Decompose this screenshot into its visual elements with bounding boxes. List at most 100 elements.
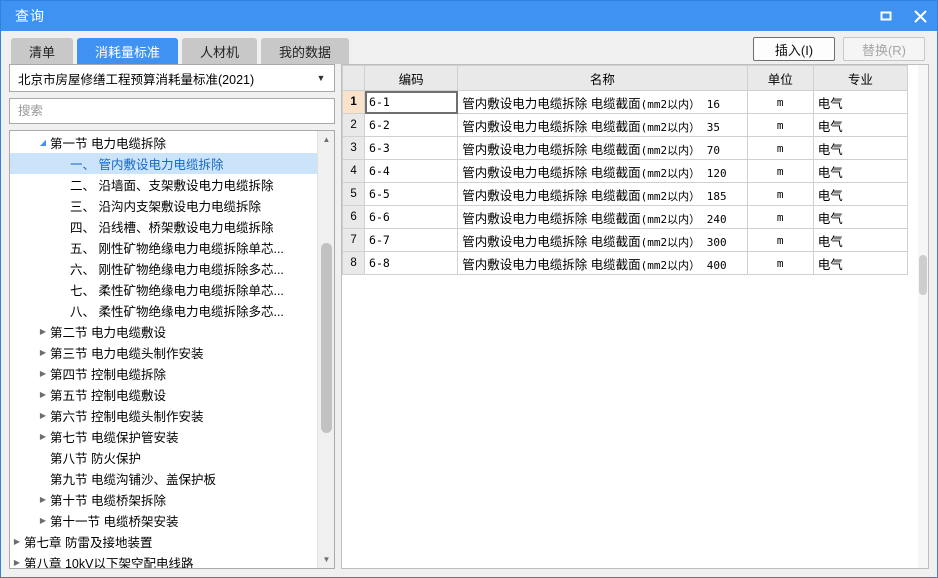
tree-node[interactable]: ▶五、 刚性矿物绝缘电力电缆拆除单芯... — [10, 237, 317, 258]
maximize-restore-icon[interactable] — [869, 1, 903, 31]
row-index-cell[interactable]: 2 — [342, 113, 366, 137]
collapsed-triangle-icon[interactable]: ▶ — [10, 558, 24, 567]
column-header-profession[interactable]: 专业 — [812, 65, 909, 91]
tree-node[interactable]: ▶ 第七节 电缆保护管安装 — [10, 426, 317, 447]
collapsed-triangle-icon[interactable]: ▶ — [10, 537, 24, 546]
tree-node[interactable]: ▶七、 柔性矿物绝缘电力电缆拆除单芯... — [10, 279, 317, 300]
tree-node[interactable]: ▶ 第五节 控制电缆敷设 — [10, 384, 317, 405]
collapsed-triangle-icon[interactable]: ▶ — [36, 390, 50, 399]
tab-qingdan[interactable]: 清单 — [11, 38, 74, 64]
cell-unit[interactable]: m — [746, 182, 814, 206]
cell-profession[interactable]: 电气 — [812, 205, 909, 229]
collapsed-triangle-icon[interactable]: ▶ — [36, 516, 50, 525]
cell-name[interactable]: 管内敷设电力电缆拆除 电缆截面(mm2以内） 400 — [457, 251, 748, 275]
cell-unit[interactable]: m — [746, 205, 814, 229]
cell-profession[interactable]: 电气 — [812, 159, 909, 183]
cell-profession[interactable]: 电气 — [812, 251, 909, 275]
tab-rencaiji[interactable]: 人材机 — [182, 38, 258, 64]
cell-code[interactable]: 6-5 — [364, 182, 459, 206]
column-header-index[interactable] — [342, 65, 366, 91]
tree-node[interactable]: ▶八、 柔性矿物绝缘电力电缆拆除多芯... — [10, 300, 317, 321]
search-input[interactable] — [18, 104, 326, 118]
column-header-name[interactable]: 名称 — [457, 65, 748, 91]
tree-node[interactable]: ▶三、 沿沟内支架敷设电力电缆拆除 — [10, 195, 317, 216]
table-row[interactable]: 4 6-4 管内敷设电力电缆拆除 电缆截面(mm2以内） 120 m 电气 — [342, 159, 909, 183]
row-index-cell[interactable]: 6 — [342, 205, 366, 229]
tree-scroll-thumb[interactable] — [321, 243, 332, 433]
tree-node[interactable]: ▶ 第二节 电力电缆敷设 — [10, 321, 317, 342]
row-index-cell[interactable]: 7 — [342, 228, 366, 252]
search-box[interactable] — [9, 98, 335, 124]
tree-node[interactable]: ▶六、 刚性矿物绝缘电力电缆拆除多芯... — [10, 258, 317, 279]
cell-profession[interactable]: 电气 — [812, 228, 909, 252]
tree-node[interactable]: ▶ 第七章 防雷及接地装置 — [10, 531, 317, 552]
insert-button[interactable]: 插入(I) — [753, 37, 835, 61]
row-index-cell[interactable]: 4 — [342, 159, 366, 183]
table-row[interactable]: 7 6-7 管内敷设电力电缆拆除 电缆截面(mm2以内） 300 m 电气 — [342, 228, 909, 252]
table-row[interactable]: 3 6-3 管内敷设电力电缆拆除 电缆截面(mm2以内） 70 m 电气 — [342, 136, 909, 160]
tree-node[interactable]: ◢ 第一节 电力电缆拆除 — [10, 132, 317, 153]
row-index-cell[interactable]: 8 — [342, 251, 366, 275]
row-index-cell[interactable]: 3 — [342, 136, 366, 160]
collapsed-triangle-icon[interactable]: ▶ — [36, 348, 50, 357]
tab-wodeshuju[interactable]: 我的数据 — [261, 38, 350, 64]
cell-unit[interactable]: m — [746, 159, 814, 183]
column-header-code[interactable]: 编码 — [364, 65, 459, 91]
scroll-down-icon[interactable]: ▼ — [318, 551, 334, 568]
table-row[interactable]: 2 6-2 管内敷设电力电缆拆除 电缆截面(mm2以内） 35 m 电气 — [342, 113, 909, 137]
column-header-unit[interactable]: 单位 — [746, 65, 814, 91]
collapsed-triangle-icon[interactable]: ▶ — [36, 327, 50, 336]
cell-name[interactable]: 管内敷设电力电缆拆除 电缆截面(mm2以内） 240 — [457, 205, 748, 229]
cell-profession[interactable]: 电气 — [812, 113, 909, 137]
standard-select[interactable]: 北京市房屋修缮工程预算消耗量标准(2021) ▼ — [9, 64, 335, 92]
cell-profession[interactable]: 电气 — [812, 90, 909, 114]
tree-node[interactable]: ▶ 第十一节 电缆桥架安装 — [10, 510, 317, 531]
cell-code[interactable]: 6-6 — [364, 205, 459, 229]
table-row[interactable]: 5 6-5 管内敷设电力电缆拆除 电缆截面(mm2以内） 185 m 电气 — [342, 182, 909, 206]
cell-profession[interactable]: 电气 — [812, 136, 909, 160]
tree-scrollbar[interactable]: ▲ ▼ — [317, 131, 334, 568]
tab-xiaohaoliang-biaozhun[interactable]: 消耗量标准 — [77, 38, 179, 64]
cell-name[interactable]: 管内敷设电力电缆拆除 电缆截面(mm2以内） 16 — [457, 90, 748, 114]
cell-unit[interactable]: m — [746, 136, 814, 160]
table-row[interactable]: 8 6-8 管内敷设电力电缆拆除 电缆截面(mm2以内） 400 m 电气 — [342, 251, 909, 275]
close-icon[interactable] — [903, 1, 937, 31]
tree-node[interactable]: ▶ 第八章 10kV以下架空配电线路 — [10, 552, 317, 568]
cell-unit[interactable]: m — [746, 228, 814, 252]
tree-node[interactable]: ▶一、 管内敷设电力电缆拆除 — [10, 153, 317, 174]
tree-node[interactable]: ▶二、 沿墙面、支架敷设电力电缆拆除 — [10, 174, 317, 195]
cell-name[interactable]: 管内敷设电力电缆拆除 电缆截面(mm2以内） 185 — [457, 182, 748, 206]
cell-code[interactable]: 6-7 — [364, 228, 459, 252]
grid-scroll-thumb[interactable] — [919, 255, 927, 295]
cell-unit[interactable]: m — [746, 251, 814, 275]
tree-node[interactable]: ▶ 第三节 电力电缆头制作安装 — [10, 342, 317, 363]
table-row[interactable]: 6 6-6 管内敷设电力电缆拆除 电缆截面(mm2以内） 240 m 电气 — [342, 205, 909, 229]
collapsed-triangle-icon[interactable]: ▶ — [36, 432, 50, 441]
tree-node[interactable]: ▶ 第六节 控制电缆头制作安装 — [10, 405, 317, 426]
tree-node[interactable]: ▶四、 沿线槽、桥架敷设电力电缆拆除 — [10, 216, 317, 237]
cell-name[interactable]: 管内敷设电力电缆拆除 电缆截面(mm2以内） 120 — [457, 159, 748, 183]
collapsed-triangle-icon[interactable]: ▶ — [36, 411, 50, 420]
tree-node[interactable]: ▶第九节 电缆沟铺沙、盖保护板 — [10, 468, 317, 489]
row-index-cell[interactable]: 5 — [342, 182, 366, 206]
cell-unit[interactable]: m — [746, 113, 814, 137]
grid-scrollbar[interactable] — [918, 65, 928, 568]
cell-name[interactable]: 管内敷设电力电缆拆除 电缆截面(mm2以内） 35 — [457, 113, 748, 137]
tree-node[interactable]: ▶ 第四节 控制电缆拆除 — [10, 363, 317, 384]
collapsed-triangle-icon[interactable]: ▶ — [36, 495, 50, 504]
tree-node[interactable]: ▶ 第十节 电缆桥架拆除 — [10, 489, 317, 510]
cell-unit[interactable]: m — [746, 90, 814, 114]
cell-code[interactable]: 6-1 — [364, 90, 459, 114]
cell-name[interactable]: 管内敷设电力电缆拆除 电缆截面(mm2以内） 300 — [457, 228, 748, 252]
expanded-triangle-icon[interactable]: ◢ — [36, 138, 50, 147]
cell-code[interactable]: 6-4 — [364, 159, 459, 183]
collapsed-triangle-icon[interactable]: ▶ — [36, 369, 50, 378]
cell-code[interactable]: 6-8 — [364, 251, 459, 275]
cell-code[interactable]: 6-3 — [364, 136, 459, 160]
cell-profession[interactable]: 电气 — [812, 182, 909, 206]
cell-code[interactable]: 6-2 — [364, 113, 459, 137]
table-row[interactable]: 1 6-1 管内敷设电力电缆拆除 电缆截面(mm2以内） 16 m 电气 — [342, 90, 909, 114]
row-index-cell[interactable]: 1 — [342, 90, 366, 114]
tree-node[interactable]: ▶第八节 防火保护 — [10, 447, 317, 468]
scroll-up-icon[interactable]: ▲ — [318, 131, 334, 148]
